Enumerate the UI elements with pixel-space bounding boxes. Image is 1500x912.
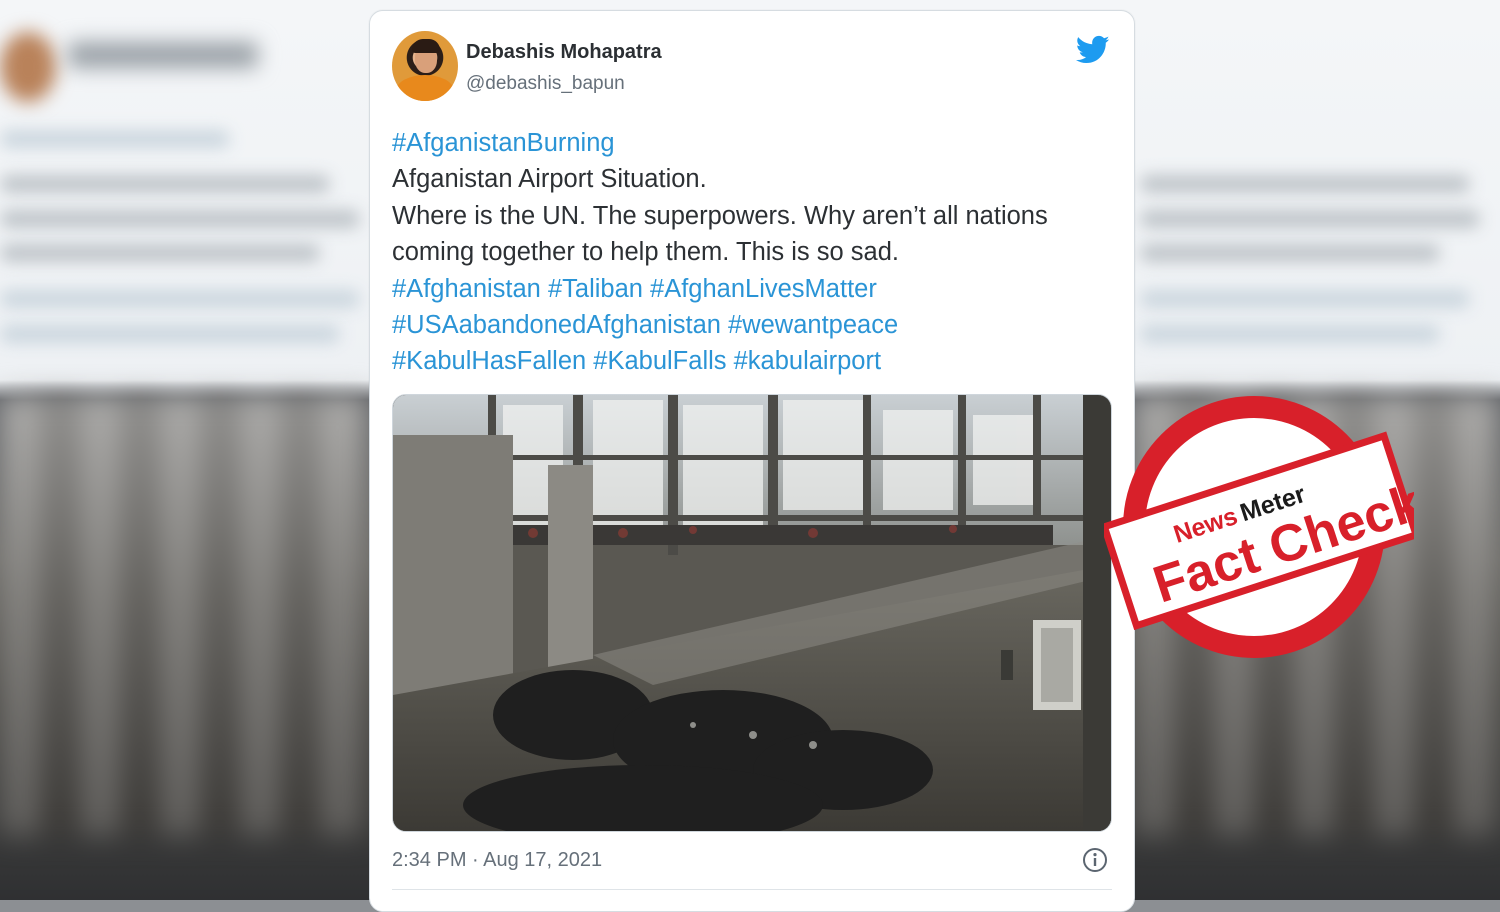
info-icon[interactable]: [1082, 847, 1108, 873]
avatar[interactable]: [392, 31, 458, 101]
blurred-name: [68, 42, 258, 68]
blurred-line: [1140, 290, 1470, 308]
blurred-avatar: [0, 32, 56, 102]
blurred-line: [0, 244, 320, 262]
divider: [392, 889, 1112, 890]
text-line: Where is the UN. The superpowers. Why ar…: [392, 201, 1048, 230]
blurred-line: [1140, 210, 1480, 228]
author-handle[interactable]: @debashis_bapun: [466, 73, 625, 95]
blurred-line: [1140, 244, 1440, 262]
twitter-bird-icon[interactable]: [1076, 35, 1110, 65]
blurred-line: [0, 210, 360, 228]
blurred-line: [1140, 175, 1470, 193]
hashtag-line[interactable]: #AfganistanBurning: [392, 125, 1112, 161]
hashtag-line[interactable]: #USAabandonedAfghanistan #wewantpeace: [392, 307, 1112, 343]
blurred-line: [0, 130, 230, 148]
tweet-timestamp[interactable]: 2:34 PM · Aug 17, 2021: [392, 849, 602, 872]
avatar-shirt: [396, 75, 454, 101]
fact-check-stamp: News Meter Fact Check: [1104, 396, 1414, 658]
hashtag-line[interactable]: #KabulHasFallen #KabulFalls #kabulairpor…: [392, 343, 1112, 379]
airport-scene-image: [393, 395, 1111, 831]
blurred-media: [0, 395, 370, 835]
tweet-text: #AfganistanBurning Afganistan Airport Si…: [392, 125, 1112, 380]
blurred-line: [0, 290, 360, 308]
tweet-video[interactable]: [392, 394, 1112, 832]
blurred-line: [1140, 325, 1440, 343]
author-name[interactable]: Debashis Mohapatra: [466, 41, 662, 64]
tweet-card: Debashis Mohapatra @debashis_bapun #Afga…: [369, 10, 1135, 912]
avatar-hair: [412, 39, 440, 53]
text-line: Afganistan Airport Situation.: [392, 165, 707, 194]
blurred-line: [0, 175, 330, 193]
hashtag-line[interactable]: #Afghanistan #Taliban #AfghanLivesMatter: [392, 271, 1112, 307]
text-line: coming together to help them. This is so…: [392, 238, 899, 267]
blurred-line: [0, 325, 340, 343]
